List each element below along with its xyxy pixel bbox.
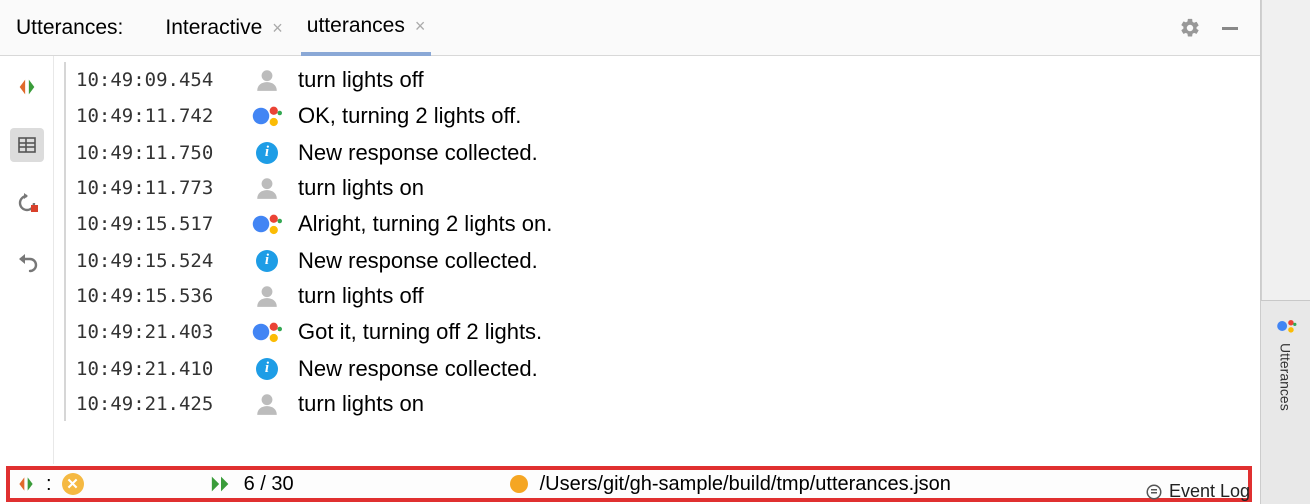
- status-bar-highlight: : ✕ 6 / 30 /Users/git/gh-sample/build/tm…: [6, 466, 1252, 502]
- log-row: 10:49:21.410 i New response collected.: [76, 351, 1260, 386]
- timestamp: 10:49:15.536: [76, 285, 236, 307]
- restart-button[interactable]: [10, 186, 44, 220]
- assistant-icon: [252, 211, 282, 237]
- log-row: 10:49:15.536 turn lights off: [76, 278, 1260, 313]
- log-text: turn lights on: [298, 391, 424, 417]
- log-text: turn lights on: [298, 175, 424, 201]
- panel-title: Utterances:: [16, 16, 123, 40]
- swap-left-right-icon[interactable]: [16, 474, 36, 494]
- log-row: 10:49:15.517 Alright, turning 2 lights on…: [76, 205, 1260, 243]
- assistant-icon: [252, 319, 282, 345]
- status-colon: :: [46, 473, 52, 496]
- tab-utterances[interactable]: utterances ×: [301, 0, 432, 56]
- log-text: New response collected.: [298, 248, 538, 274]
- right-gutter: Utterances: [1261, 0, 1310, 504]
- tab-label: utterances: [307, 14, 405, 38]
- log-text: turn lights off: [298, 283, 424, 309]
- progress-text: 6 / 30: [244, 473, 294, 496]
- log-panel[interactable]: 10:49:09.454 turn lights off 10:49:11.742 O…: [54, 56, 1260, 464]
- event-log-label: Event Log: [1169, 481, 1250, 502]
- minimize-button[interactable]: [1216, 14, 1244, 42]
- left-toolbar: [0, 56, 54, 464]
- log-row: 10:49:11.750 i New response collected.: [76, 135, 1260, 170]
- timestamp: 10:49:11.742: [76, 105, 236, 127]
- restart-icon: [15, 191, 39, 215]
- settings-button[interactable]: [1176, 14, 1204, 42]
- log-text: New response collected.: [298, 140, 538, 166]
- log-text: New response collected.: [298, 356, 538, 382]
- fast-forward-icon[interactable]: [210, 474, 232, 494]
- tab-interactive[interactable]: Interactive ×: [159, 0, 288, 56]
- assistant-icon: [1275, 315, 1297, 337]
- timestamp: 10:49:21.425: [76, 393, 236, 415]
- log-row: 10:49:21.403 Got it, turning off 2 lights…: [76, 313, 1260, 351]
- tab-label: Interactive: [165, 16, 262, 40]
- info-icon: i: [256, 250, 278, 272]
- log-row: 10:49:21.425 turn lights on: [76, 386, 1260, 421]
- timestamp: 10:49:11.750: [76, 142, 236, 164]
- minimize-icon: [1220, 18, 1240, 38]
- gear-icon: [1179, 17, 1201, 39]
- user-icon: [254, 175, 280, 201]
- file-path: /Users/git/gh-sample/build/tmp/utterance…: [540, 473, 951, 496]
- side-tab-utterances[interactable]: Utterances: [1261, 300, 1310, 504]
- user-icon: [254, 283, 280, 309]
- undo-button[interactable]: [10, 244, 44, 278]
- status-dot-icon: [510, 475, 528, 493]
- user-icon: [254, 391, 280, 417]
- log-row: 10:49:11.773 turn lights on: [76, 170, 1260, 205]
- log-row: 10:49:09.454 turn lights off: [76, 62, 1260, 97]
- assistant-icon: [252, 103, 282, 129]
- event-log-icon: [1145, 483, 1163, 501]
- info-icon: i: [256, 358, 278, 380]
- log-text: Got it, turning off 2 lights.: [298, 319, 542, 345]
- timestamp: 10:49:21.403: [76, 321, 236, 343]
- swap-left-right-icon: [16, 76, 38, 98]
- timestamp: 10:49:11.773: [76, 177, 236, 199]
- close-icon[interactable]: ×: [272, 19, 283, 37]
- log-text: OK, turning 2 lights off.: [298, 103, 521, 129]
- log-row: 10:49:15.524 i New response collected.: [76, 243, 1260, 278]
- undo-icon: [15, 249, 39, 273]
- close-icon[interactable]: ×: [415, 17, 426, 35]
- layout-icon: [17, 135, 37, 155]
- swap-button[interactable]: [10, 70, 44, 104]
- timestamp: 10:49:21.410: [76, 358, 236, 380]
- event-log-button[interactable]: Event Log: [1145, 481, 1250, 502]
- cancel-icon[interactable]: ✕: [62, 473, 84, 495]
- info-icon: i: [256, 142, 278, 164]
- side-tab-label: Utterances: [1278, 343, 1294, 411]
- timestamp: 10:49:15.517: [76, 213, 236, 235]
- panel-header: Utterances: Interactive × utterances ×: [0, 0, 1260, 56]
- layout-button[interactable]: [10, 128, 44, 162]
- timestamp: 10:49:15.524: [76, 250, 236, 272]
- log-row: 10:49:11.742 OK, turning 2 lights off.: [76, 97, 1260, 135]
- log-text: Alright, turning 2 lights on.: [298, 211, 552, 237]
- log-text: turn lights off: [298, 67, 424, 93]
- user-icon: [254, 67, 280, 93]
- timestamp: 10:49:09.454: [76, 69, 236, 91]
